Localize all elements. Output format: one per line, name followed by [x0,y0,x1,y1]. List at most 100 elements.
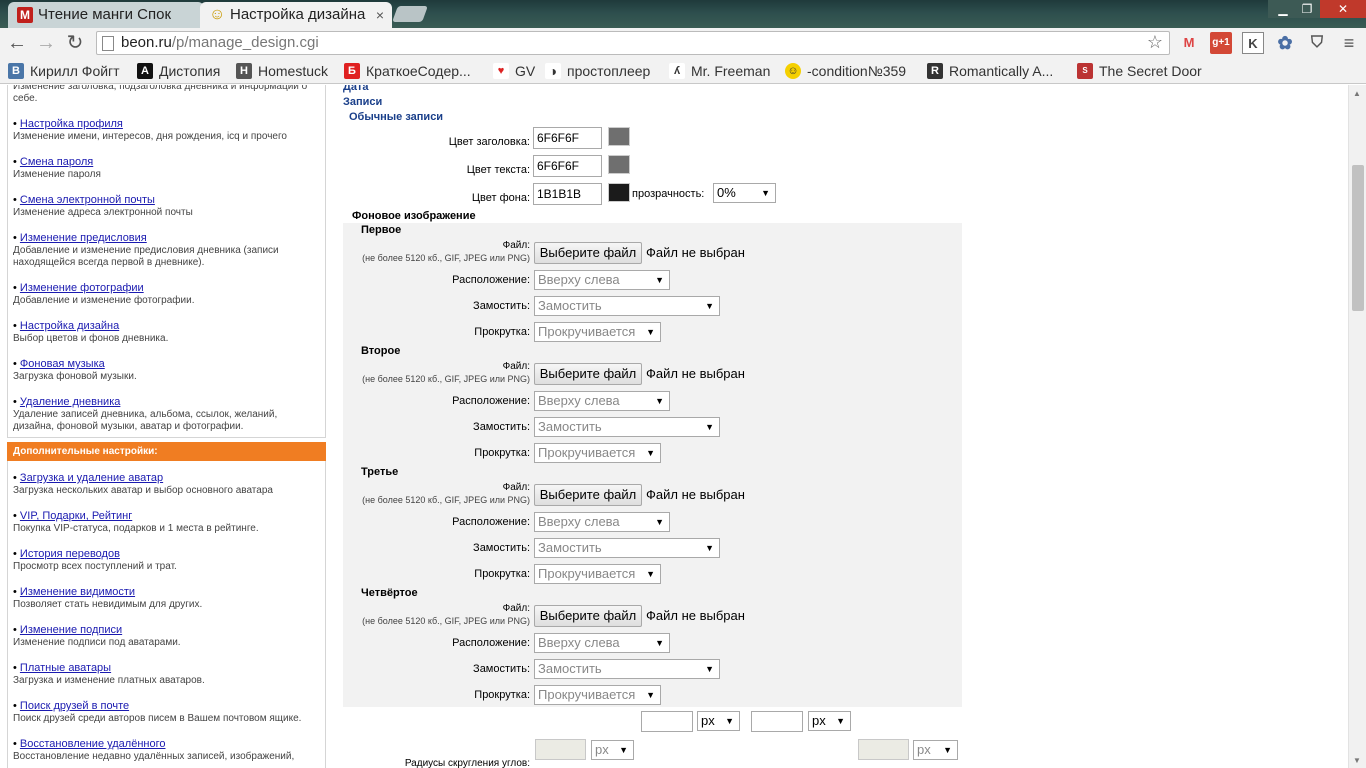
sidebar-link[interactable]: Фоновая музыка [20,358,105,370]
extension-cluster-icon[interactable]: ✿ [1274,32,1296,54]
bookmark-item[interactable]: Б КраткоеСодер... [344,61,471,81]
sidebar-link[interactable]: Настройка дизайна [20,320,119,332]
chevron-down-icon: ▼ [646,690,655,700]
chevron-down-icon: ▼ [705,422,714,432]
text-color-input[interactable]: 6F6F6F [533,155,602,177]
chevron-down-icon: ▼ [655,517,664,527]
position-select[interactable]: Вверху слева ▼ [534,391,670,411]
padding-input-2[interactable] [751,711,803,732]
position-select[interactable]: Вверху слева ▼ [534,270,670,290]
radius-input-2[interactable] [858,739,909,760]
radius-unit-select-2[interactable]: px ▼ [913,740,958,760]
k-extension-icon[interactable]: K [1242,32,1264,54]
scroll-label: Прокрутка: [474,326,530,338]
google-plus-icon[interactable]: g+1 [1210,32,1232,54]
reload-icon[interactable]: ↻ [63,31,87,55]
sidebar-item-paid-avatars: • Платные аватары Загрузка и изменение пл… [13,662,205,686]
gmail-icon[interactable]: M [1178,32,1200,54]
scroll-select[interactable]: Прокручивается ▼ [534,564,661,584]
sidebar-link[interactable]: Изменение подписи [20,624,122,636]
menu-icon[interactable]: ≡ [1338,32,1360,54]
sidebar-link[interactable]: Удаление дневника [20,396,120,408]
tab-design-settings[interactable]: ☺ Настройка дизайна × [200,2,392,28]
smiley-icon: ☺ [785,63,801,79]
ordinary-records-label: Обычные записи [349,111,444,123]
sidebar-link[interactable]: VIP, Подарки, Рейтинг [20,510,132,522]
freeman-icon: ʎ [669,63,685,79]
close-window-icon[interactable]: ✕ [1320,0,1366,18]
sidebar-link[interactable]: Смена электронной почты [20,194,155,206]
no-file-text: Файл не выбран [646,245,745,260]
maximize-icon[interactable]: ❐ [1292,0,1322,18]
unit-select-2[interactable]: px ▼ [808,711,851,731]
date-label: Дата [343,85,369,93]
position-select[interactable]: Вверху слева ▼ [534,633,670,653]
close-tab-icon[interactable]: × [376,2,384,28]
page-scrollbar[interactable]: ▲ ▼ [1348,85,1366,768]
transparency-select[interactable]: 0% ▼ [713,183,776,203]
choose-file-button[interactable]: Выберите файл [534,242,642,264]
padding-input-1[interactable] [641,711,693,732]
sidebar-link[interactable]: Смена пароля [20,156,93,168]
sidebar-link[interactable]: Изменение фотографии [20,282,144,294]
bg-color-swatch[interactable] [608,183,630,202]
bookmark-item[interactable]: ◑ простоплеер [545,61,650,81]
new-tab-button[interactable] [392,6,428,22]
tile-label: Замостить: [473,300,530,312]
chevron-down-icon: ▼ [646,448,655,458]
position-select[interactable]: Вверху слева ▼ [534,512,670,532]
chevron-down-icon: ▼ [655,638,664,648]
sidebar-item-history: • История переводов Просмотр всех поступл… [13,548,177,572]
scroll-select[interactable]: Прокручивается ▼ [534,443,661,463]
pocket-icon[interactable]: ⛉ [1306,32,1328,54]
choose-file-button[interactable]: Выберите файл [534,605,642,627]
radius-input-1[interactable] [535,739,586,760]
scroll-down-icon[interactable]: ▼ [1353,756,1361,765]
scroll-select[interactable]: Прокручивается ▼ [534,322,661,342]
title-color-input[interactable]: 6F6F6F [533,127,602,149]
address-bar[interactable]: beon.ru/p/manage_design.cgi ☆ [96,31,1170,55]
tab-manga[interactable]: M Чтение манги Спок [8,2,204,28]
scroll-up-icon[interactable]: ▲ [1353,89,1361,98]
ra-icon: R [927,63,943,79]
file-hint: (не более 5120 кб., GIF, JPEG или PNG) [362,374,530,384]
bookmark-item[interactable]: H Homestuck [236,61,328,81]
back-arrow-icon[interactable]: ← [5,31,29,55]
bookmark-item[interactable]: ʎ Mr. Freeman [669,61,770,81]
homestuck-icon: H [236,63,252,79]
sidebar-link[interactable]: Настройка профиля [20,118,123,130]
bookmark-item[interactable]: S The Secret Door [1077,61,1202,81]
sidebar-link[interactable]: Восстановление удалённого [20,738,166,750]
bookmark-item[interactable]: ♥ GV [493,61,535,81]
file-label-group: Файл: (не более 5120 кб., GIF, JPEG или … [343,482,530,506]
choose-file-button[interactable]: Выберите файл [534,484,642,506]
tile-select[interactable]: Замостить ▼ [534,417,720,437]
file-label: Файл: [502,240,530,251]
radius-unit-select-1[interactable]: px ▼ [591,740,634,760]
sidebar-link[interactable]: Платные аватары [20,662,111,674]
tile-select[interactable]: Замостить ▼ [534,296,720,316]
chevron-down-icon: ▼ [655,396,664,406]
sidebar-link[interactable]: История переводов [20,548,120,560]
sidebar-link[interactable]: Изменение предисловия [20,232,147,244]
bookmark-item[interactable]: ☺ -condition№359 [785,61,906,81]
sidebar-item-design: • Настройка дизайна Выбор цветов и фонов … [13,320,169,344]
bookmark-star-icon[interactable]: ☆ [1147,32,1163,53]
title-color-swatch[interactable] [608,127,630,146]
scroll-thumb[interactable] [1352,165,1364,311]
sidebar-link[interactable]: Загрузка и удаление аватар [20,472,163,484]
forward-arrow-icon[interactable]: → [34,31,58,55]
choose-file-button[interactable]: Выберите файл [534,363,642,385]
bookmark-item[interactable]: B Кирилл Фойгт [8,61,120,81]
tile-select[interactable]: Замостить ▼ [534,538,720,558]
bg-color-input[interactable]: 1B1B1B [533,183,602,205]
scroll-select[interactable]: Прокручивается ▼ [534,685,661,705]
sidebar-link[interactable]: Изменение видимости [20,586,135,598]
bookmark-item[interactable]: R Romantically A... [927,61,1053,81]
bookmark-item[interactable]: A Дистопия [137,61,220,81]
sidebar-link[interactable]: Поиск друзей в почте [20,700,129,712]
tile-select[interactable]: Замостить ▼ [534,659,720,679]
text-color-swatch[interactable] [608,155,630,174]
tile-label: Замостить: [473,542,530,554]
unit-select-1[interactable]: px ▼ [697,711,740,731]
